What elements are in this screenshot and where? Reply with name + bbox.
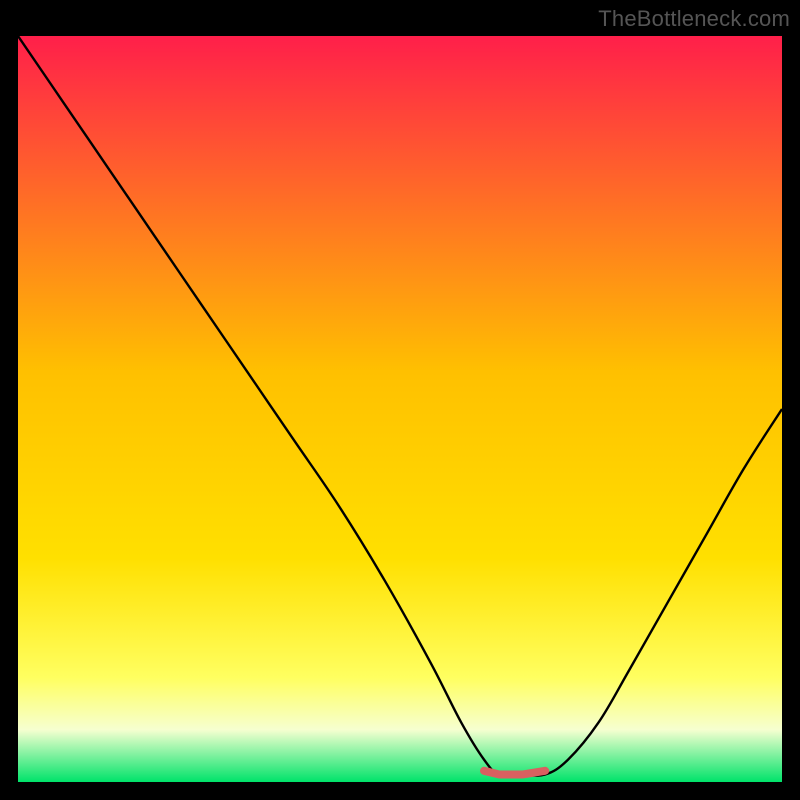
bottleneck-chart [18, 36, 782, 782]
watermark-text: TheBottleneck.com [598, 6, 790, 32]
gradient-background [18, 36, 782, 782]
optimal-range-marker [484, 771, 545, 775]
plot-area [18, 36, 782, 782]
chart-frame: TheBottleneck.com [0, 0, 800, 800]
